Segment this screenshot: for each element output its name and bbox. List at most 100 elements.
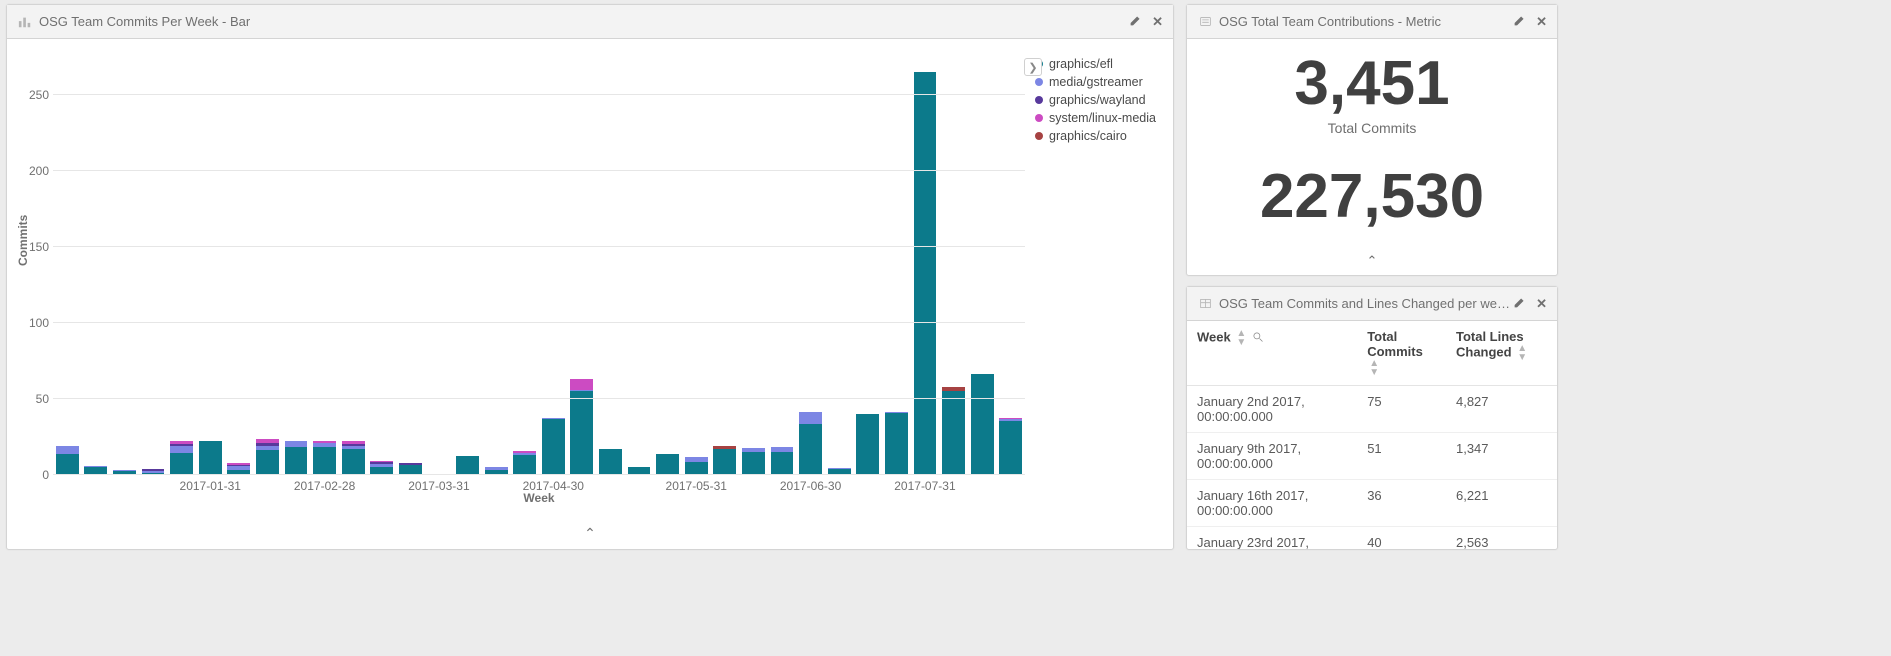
bar[interactable] xyxy=(742,369,765,475)
bar[interactable] xyxy=(170,356,193,475)
bar-segment xyxy=(256,450,279,475)
legend-swatch xyxy=(1035,78,1043,86)
metric-lines-changed-value: 227,530 xyxy=(1197,164,1547,229)
bar-segment xyxy=(999,421,1022,475)
bar-segment xyxy=(513,455,536,475)
panel-bar-header: OSG Team Commits Per Week - Bar ✕ xyxy=(7,5,1173,39)
legend-collapse-icon[interactable]: ❯ xyxy=(1024,58,1042,76)
bar[interactable] xyxy=(313,355,336,475)
table-body: Week ▲▼ Total Commits ▲▼ Total Lines Cha… xyxy=(1187,321,1557,549)
table-row[interactable]: January 2nd 2017, 00:00:00.000754,827 xyxy=(1187,386,1557,433)
bar[interactable] xyxy=(428,457,451,475)
table-row[interactable]: January 23rd 2017, 00:00:00.000402,563 xyxy=(1187,527,1557,550)
bar[interactable] xyxy=(570,274,593,475)
close-icon[interactable]: ✕ xyxy=(1536,14,1547,30)
edit-icon[interactable] xyxy=(1513,296,1526,312)
edit-icon[interactable] xyxy=(1129,14,1142,30)
sort-icon[interactable]: ▲▼ xyxy=(1236,329,1246,347)
bar-segment xyxy=(742,452,765,475)
bar[interactable] xyxy=(342,355,365,475)
bar[interactable] xyxy=(485,416,508,475)
panel-expand-toggle[interactable]: ⌃ xyxy=(1187,253,1557,269)
bar-segment xyxy=(313,447,336,475)
bar[interactable] xyxy=(256,352,279,475)
bar[interactable] xyxy=(599,372,622,475)
panel-metric-title: OSG Total Team Contributions - Metric xyxy=(1219,14,1513,29)
bar-segment xyxy=(771,452,794,475)
bar[interactable] xyxy=(370,397,393,475)
y-tick-label: 50 xyxy=(23,392,49,406)
bar-segment xyxy=(914,72,937,475)
bar[interactable] xyxy=(942,283,965,475)
col-total-lines[interactable]: Total Lines Changed ▲▼ xyxy=(1446,321,1557,386)
bar[interactable] xyxy=(399,405,422,475)
bar[interactable] xyxy=(142,423,165,475)
col-total-commits[interactable]: Total Commits ▲▼ xyxy=(1357,321,1446,386)
bar-segment xyxy=(570,391,593,475)
panel-bar-chart: OSG Team Commits Per Week - Bar ✕ ❯ grap… xyxy=(6,4,1174,550)
bar[interactable] xyxy=(513,375,536,475)
gridline xyxy=(53,398,1025,399)
legend-item[interactable]: media/gstreamer xyxy=(1035,73,1157,91)
panel-expand-toggle[interactable]: ⌃ xyxy=(7,525,1173,543)
bar[interactable] xyxy=(628,416,651,475)
x-tick-label: 2017-01-31 xyxy=(180,479,241,493)
edit-icon[interactable] xyxy=(1513,14,1526,30)
bar[interactable] xyxy=(971,270,994,475)
bar-segment xyxy=(713,449,736,475)
bar[interactable] xyxy=(56,366,79,475)
bar[interactable] xyxy=(199,355,222,475)
gridline xyxy=(53,474,1025,475)
bar-segment xyxy=(971,374,994,475)
gridline xyxy=(53,322,1025,323)
bar[interactable] xyxy=(285,356,308,475)
bar-chart-body: ❯ graphics/efl media/gstreamer graphics/wa… xyxy=(7,39,1173,549)
table-row[interactable]: January 16th 2017, 00:00:00.000366,221 xyxy=(1187,480,1557,527)
bar[interactable] xyxy=(456,387,479,475)
legend-item[interactable]: graphics/cairo xyxy=(1035,127,1157,145)
close-icon[interactable]: ✕ xyxy=(1152,14,1163,30)
bar[interactable] xyxy=(771,367,794,475)
x-tick-label: 2017-04-30 xyxy=(523,479,584,493)
x-tick-label: 2017-06-30 xyxy=(780,479,841,493)
metric-total-commits-value: 3,451 xyxy=(1197,51,1547,116)
close-icon[interactable]: ✕ xyxy=(1536,296,1547,312)
legend-swatch xyxy=(1035,132,1043,140)
legend-swatch xyxy=(1035,114,1043,122)
sort-icon[interactable]: ▲▼ xyxy=(1517,344,1527,362)
bar-segment xyxy=(56,446,79,454)
legend-swatch xyxy=(1035,96,1043,104)
sort-icon[interactable]: ▲▼ xyxy=(1369,359,1379,377)
bar[interactable] xyxy=(799,312,822,475)
legend-label: graphics/cairo xyxy=(1049,129,1127,143)
chart-legend: ❯ graphics/eflmedia/gstreamergraphics/wa… xyxy=(1035,55,1157,145)
legend-item[interactable]: system/linux-media xyxy=(1035,109,1157,127)
table-row[interactable]: January 9th 2017, 00:00:00.000511,347 xyxy=(1187,433,1557,480)
bar[interactable] xyxy=(713,364,736,475)
bar[interactable] xyxy=(828,420,851,475)
y-tick-label: 250 xyxy=(23,88,49,102)
bar[interactable] xyxy=(84,414,107,475)
bar-chart-icon xyxy=(17,14,33,30)
gridline xyxy=(53,170,1025,171)
y-tick-label: 200 xyxy=(23,164,49,178)
legend-label: media/gstreamer xyxy=(1049,75,1143,89)
legend-item[interactable]: graphics/efl xyxy=(1035,55,1157,73)
bar[interactable] xyxy=(113,429,136,475)
bar[interactable] xyxy=(885,312,908,475)
bar[interactable] xyxy=(227,405,250,475)
data-table: Week ▲▼ Total Commits ▲▼ Total Lines Cha… xyxy=(1187,321,1557,549)
bar-segment xyxy=(542,419,565,475)
x-tick-label: 2017-02-28 xyxy=(294,479,355,493)
panel-table-header: OSG Team Commits and Lines Changed per w… xyxy=(1187,287,1557,321)
search-icon[interactable] xyxy=(1252,331,1266,345)
bar[interactable] xyxy=(656,381,679,475)
bar-segment xyxy=(199,441,222,475)
bar[interactable] xyxy=(685,388,708,475)
legend-item[interactable]: graphics/wayland xyxy=(1035,91,1157,109)
legend-label: system/linux-media xyxy=(1049,111,1156,125)
bar[interactable] xyxy=(914,65,937,475)
col-week[interactable]: Week ▲▼ xyxy=(1187,321,1357,386)
bar-segment xyxy=(799,424,822,475)
bar[interactable] xyxy=(856,315,879,475)
